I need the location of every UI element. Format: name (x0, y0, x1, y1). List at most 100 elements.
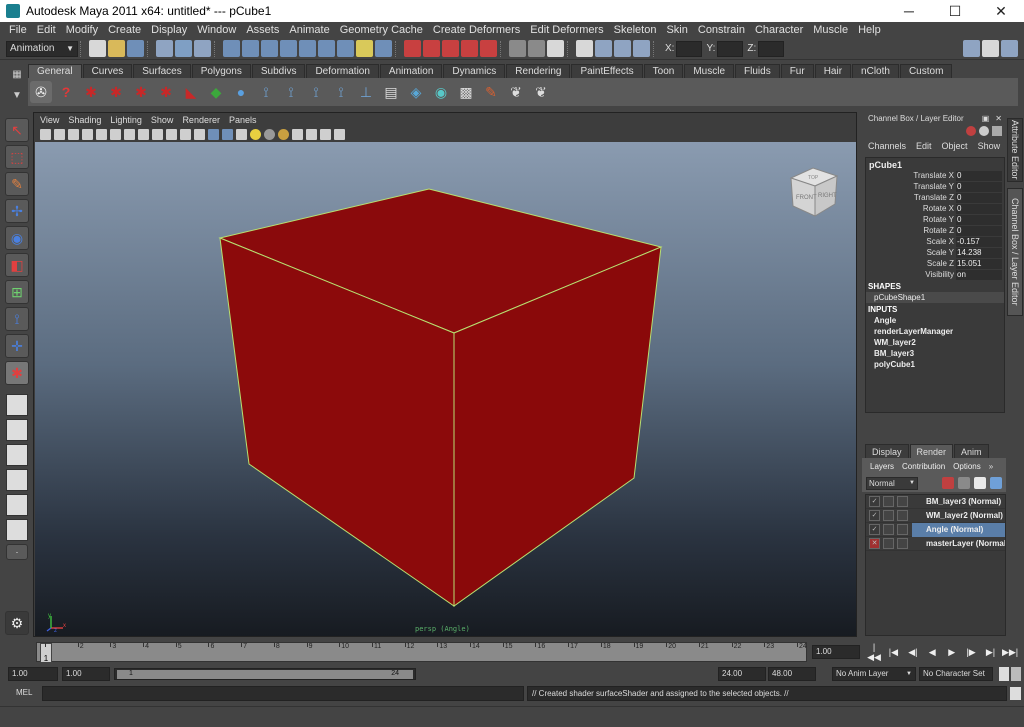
menu-skeleton[interactable]: Skeleton (609, 22, 662, 38)
shelf-tab-fluids[interactable]: Fluids (735, 64, 780, 78)
select-dynamics-icon[interactable] (318, 40, 335, 57)
cb-menu-edit[interactable]: Edit (916, 141, 932, 151)
attr-value[interactable]: 0 (956, 170, 1002, 181)
shelf-tabs-menu-icon[interactable]: ▦ (12, 69, 21, 80)
select-surfaces-icon[interactable] (280, 40, 297, 57)
resolution-gate-icon[interactable] (124, 128, 135, 140)
hypershade-persp-layout-icon[interactable] (6, 494, 28, 516)
new-layer-icon[interactable] (942, 477, 954, 489)
go-to-start-icon[interactable]: |◀◀ (866, 642, 882, 663)
attr-value[interactable]: 14.238 (956, 247, 1002, 258)
selected-object-name[interactable]: pCube1 (866, 158, 1004, 170)
persp-graph-layout-icon[interactable] (6, 469, 28, 491)
snap-curve-icon[interactable] (423, 40, 440, 57)
tab-attribute-editor[interactable]: Attribute Editor (1007, 118, 1023, 182)
safe-action-icon[interactable] (166, 128, 177, 140)
input-ops-icon[interactable] (509, 40, 526, 57)
menu-muscle[interactable]: Muscle (808, 22, 853, 38)
attr-value[interactable]: 0 (956, 214, 1002, 225)
persp-outliner-layout-icon[interactable] (6, 444, 28, 466)
grid-icon[interactable] (96, 128, 107, 140)
attr-value[interactable]: 0 (956, 181, 1002, 192)
shelf-tab-deformation[interactable]: Deformation (306, 64, 379, 78)
safe-title-icon[interactable] (180, 128, 191, 140)
recycle-toggle-icon[interactable] (883, 496, 894, 507)
select-joints-icon[interactable] (242, 40, 259, 57)
center-pivot-icon[interactable]: ⊥ (355, 81, 377, 103)
layer-row-selected[interactable]: ✓ Angle (Normal) (866, 522, 1005, 537)
layer-settings-icon[interactable] (897, 510, 908, 521)
vp-menu-show[interactable]: Show (151, 115, 174, 125)
z-input[interactable] (758, 40, 785, 57)
tab-channel-box-layer-editor[interactable]: Channel Box / Layer Editor (1007, 188, 1023, 316)
layer-row[interactable]: ✓ WM_layer2 (Normal) (866, 509, 1005, 523)
bookmark-icon[interactable] (68, 128, 79, 140)
attr-row-scale-y[interactable]: Scale Y 14.238 (866, 247, 1004, 258)
current-time-field[interactable]: 1.00 (812, 645, 860, 659)
gate-mask-icon[interactable] (138, 128, 149, 140)
single-perspective-layout-icon[interactable] (6, 394, 28, 416)
wireframe-icon[interactable] (194, 128, 205, 140)
shadows-icon[interactable] (264, 128, 275, 140)
menu-help[interactable]: Help (853, 22, 886, 38)
character-set-select[interactable]: No Character Set (919, 667, 993, 681)
open-scene-icon[interactable] (108, 40, 125, 57)
shelf-tab-toon[interactable]: Toon (643, 64, 684, 78)
rotate-tool-icon[interactable]: ◉ (5, 226, 29, 250)
paint-tool-icon[interactable]: ✱ (105, 81, 127, 103)
hair-brush-icon[interactable]: ❦ (505, 81, 527, 103)
shelf-tab-custom[interactable]: Custom (899, 64, 953, 78)
attr-value[interactable]: 0 (956, 225, 1002, 236)
hypershade-icon[interactable]: ◈ (405, 81, 427, 103)
tool-settings-toggle-icon[interactable] (982, 40, 999, 57)
render-frame-icon[interactable] (595, 40, 612, 57)
shelf-tab-muscle[interactable]: Muscle (684, 64, 735, 78)
universal-manipulator-icon[interactable]: ⊞ (5, 280, 29, 304)
paint-select-icon[interactable]: ✱ (80, 81, 102, 103)
auto-key-icon[interactable] (999, 667, 1009, 681)
attr-row-visibility[interactable]: Visibility on (866, 269, 1004, 280)
anim-layer-select[interactable]: No Anim Layer ▼ (832, 667, 916, 681)
attr-row-scale-x[interactable]: Scale X -0.157 (866, 236, 1004, 247)
step-forward-frame-icon[interactable]: ▶| (983, 647, 999, 658)
x-input[interactable] (676, 40, 703, 57)
xray-joints-icon[interactable] (320, 128, 331, 140)
go-to-end-icon[interactable]: ▶▶| (1002, 647, 1018, 658)
attr-row-translate-x[interactable]: Translate X0 (866, 170, 1004, 181)
current-frame-marker[interactable]: 1 (40, 643, 52, 663)
attr-row-rotate-x[interactable]: Rotate X0 (866, 203, 1004, 214)
new-scene-icon[interactable] (89, 40, 106, 57)
playback-end-field[interactable]: 24.00 (718, 667, 766, 681)
cb-menu-channels[interactable]: Channels (868, 141, 906, 151)
shelf-tab-painteffects[interactable]: PaintEffects (571, 64, 643, 78)
history-icon[interactable]: ▤ (380, 81, 402, 103)
film-reel-icon[interactable]: ✇ (30, 81, 52, 103)
speed-icon[interactable] (992, 126, 1002, 136)
menu-create[interactable]: Create (103, 22, 146, 38)
cb-menu-object[interactable]: Object (942, 141, 968, 151)
render-settings-icon[interactable] (633, 40, 650, 57)
camera-attributes-icon[interactable] (54, 128, 65, 140)
isolate-select-icon[interactable] (306, 128, 317, 140)
unparent-icon[interactable]: ⟟ (330, 81, 352, 103)
play-backwards-icon[interactable]: ◀ (924, 647, 940, 658)
maximize-button[interactable]: ☐ (932, 0, 978, 22)
shelf-tab-rendering[interactable]: Rendering (506, 64, 571, 78)
material-icon[interactable]: ◉ (430, 81, 452, 103)
persp-graph-hypergraph-layout-icon[interactable] (6, 519, 28, 541)
select-object-icon[interactable] (175, 40, 192, 57)
field-chart-icon[interactable] (152, 128, 163, 140)
snap-grid-icon[interactable] (404, 40, 421, 57)
paint-weights-icon[interactable]: ✱ (155, 81, 177, 103)
xray-icon[interactable] (292, 128, 303, 140)
range-slider-handle[interactable]: 1 24 (117, 670, 413, 679)
menu-character[interactable]: Character (750, 22, 808, 38)
layout-more-icon[interactable]: · (6, 544, 28, 560)
film-gate-icon[interactable] (110, 128, 121, 140)
artisan-icon[interactable]: ◣ (180, 81, 202, 103)
attribute-editor-toggle-icon[interactable] (963, 40, 980, 57)
float-panel-icon[interactable]: ▣ (982, 114, 990, 123)
play-forwards-icon[interactable]: ▶ (944, 647, 960, 658)
hypershade-layer-icon[interactable] (990, 477, 1002, 489)
viewport-canvas[interactable]: FRONT RIGHT TOP x y z persp (Angle) (35, 142, 856, 636)
